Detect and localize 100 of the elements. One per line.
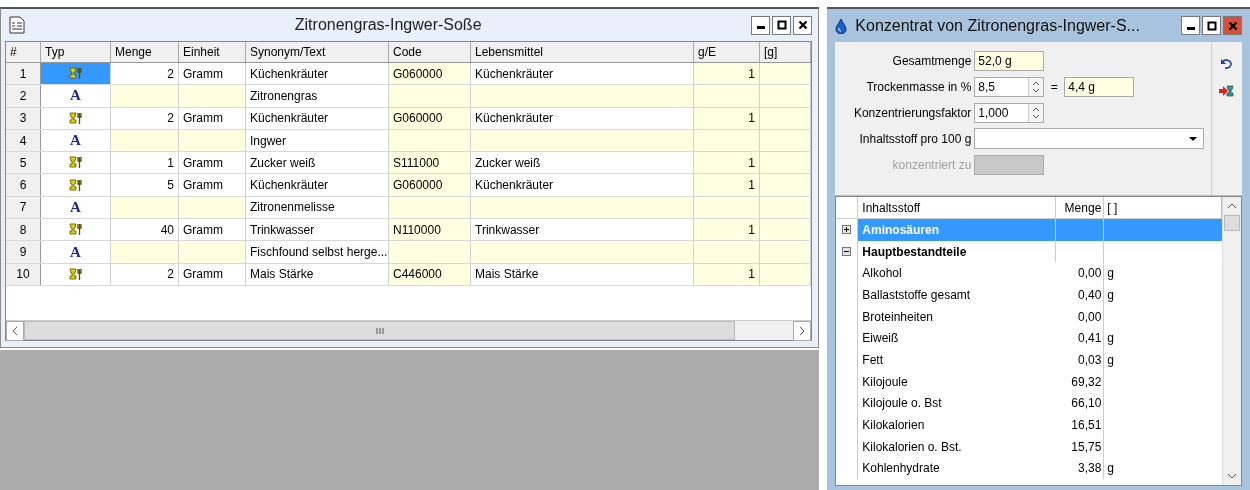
group-name: Hauptbestandteile [858,240,1057,263]
expand-icon[interactable] [842,225,852,235]
minimize-icon [756,26,765,29]
column-header[interactable]: # [6,42,41,62]
group-row[interactable]: Hauptbestandteile [836,240,1222,263]
table-cell: 1 [694,152,760,174]
row-number: 7 [6,196,41,219]
minimize-icon [1186,26,1195,30]
row-number: 4 [6,129,41,152]
concentrated-field[interactable] [974,154,1045,175]
column-header[interactable]: g/E [694,42,760,62]
goblet-fork-icon [68,67,83,81]
column-header[interactable]: Menge [111,42,179,62]
column-header[interactable]: Synonym/Text [246,42,389,62]
scroll-left-icon[interactable] [6,320,24,341]
amount-cell: 69,32 [1056,370,1105,393]
row-number: 5 [6,152,41,174]
nutrient-name: Eiweiß [861,330,900,348]
collapse-icon[interactable] [842,247,852,257]
field-label: konzentriert zu [891,157,972,172]
row-number: 3 [6,107,41,129]
vertical-scrollbar[interactable] [1222,197,1241,485]
horizontal-scrollbar[interactable] [6,320,812,340]
scrollbar-thumb[interactable] [24,321,736,340]
table-cell: G060000 [389,174,471,196]
maximize-button[interactable] [1202,16,1221,35]
text-type-icon: A [70,198,81,216]
nutrient-name: Kohlenhydrate [861,460,941,478]
amount-cell: 0,00 [1056,305,1105,328]
table-cell: 1 [694,174,760,196]
text-type-icon: A [70,132,81,150]
amount-cell: 0,03 [1056,349,1105,371]
table-cell: C446000 [389,263,471,285]
row-number: 8 [6,219,41,241]
column-header[interactable]: Typ [41,42,111,62]
maximize-icon [1206,20,1217,31]
type-cell[interactable] [41,63,111,85]
table-cell: 1 [694,107,760,129]
goblet-fork-icon [68,111,83,125]
row-number: 1 [6,63,41,85]
unit-cell-text: g [1106,460,1115,478]
window-title: Zitronengras-Ingwer-Soße [293,16,483,34]
document-icon [9,16,25,34]
goblet-fork-icon [68,178,83,192]
nutrient-name: Broteinheiten [861,308,935,326]
row-number: 9 [6,241,41,263]
amount-cell: 3,38 [1056,457,1105,480]
field-label: Inhaltsstoff pro 100 g [858,131,972,146]
close-icon [797,20,808,30]
close-button[interactable] [793,15,813,35]
close-icon [1227,20,1238,31]
nutrient-name: Fett [861,351,884,369]
nutrient-name: Kilokalorien [861,417,926,435]
amount-cell: 66,10 [1056,392,1105,415]
amount-cell: 0,41 [1056,327,1105,350]
maximize-button[interactable] [772,15,792,35]
factor-spinner[interactable]: 1,000 [974,102,1045,123]
text-type-icon: A [70,87,81,105]
dry-mass-result-field[interactable]: 4,4 g [1064,76,1135,97]
table-cell: G060000 [389,107,471,129]
goblet-fork-icon [68,156,83,170]
field-label: Trockenmasse in % [865,79,972,94]
row-number: 2 [6,85,41,107]
table-cell: G060000 [389,63,471,85]
window-title: Konzentrat von Zitronengras-Ingwer-S... [855,16,1141,35]
nutrient-name: Kilokalorien o. Bst. [861,438,963,456]
text-type-icon: A [70,243,81,261]
scrollbar-thumb[interactable] [1224,215,1240,231]
group-name: Aminosäuren [858,219,1057,241]
table-cell: N110000 [389,219,471,241]
undo-icon[interactable] [1220,58,1234,70]
goblet-fork-icon [68,267,83,281]
nutrient-name: Alkohol [861,265,903,283]
table-cell: S111000 [389,152,471,174]
table-cell: 1 [694,219,760,241]
dry-mass-spinner[interactable]: 8,5 [974,76,1045,97]
column-header[interactable]: Einheit [179,42,246,62]
unit-cell-text: g [1106,330,1115,348]
goblet-fork-icon [68,223,83,237]
table-cell: 1 [694,63,760,85]
dropdown-arrow-icon[interactable] [1188,135,1199,142]
column-header[interactable]: [g] [760,42,812,62]
nutrient-name: Ballaststoffe gesamt [861,286,972,304]
unit-cell-text: g [1106,286,1115,304]
table-cell: 1 [694,263,760,285]
unit-cell-text: g [1106,265,1115,283]
column-header[interactable]: Lebensmittel [471,42,694,62]
arrow-goblet-icon[interactable] [1218,84,1236,98]
scroll-right-icon[interactable] [793,320,812,341]
field-label: Gesamtmenge [891,53,972,68]
total-amount-field[interactable]: 52,0 g [974,50,1045,71]
row-number: 6 [6,174,41,196]
amount-cell: 0,40 [1056,284,1105,306]
amount-cell: 15,75 [1056,435,1105,458]
minimize-button[interactable] [751,15,771,35]
maximize-icon [776,20,787,30]
amount-cell: 16,51 [1056,414,1105,436]
column-header[interactable]: Code [389,42,471,62]
minimize-button[interactable] [1181,16,1200,35]
field-label: Konzentrierungsfaktor [852,105,972,120]
